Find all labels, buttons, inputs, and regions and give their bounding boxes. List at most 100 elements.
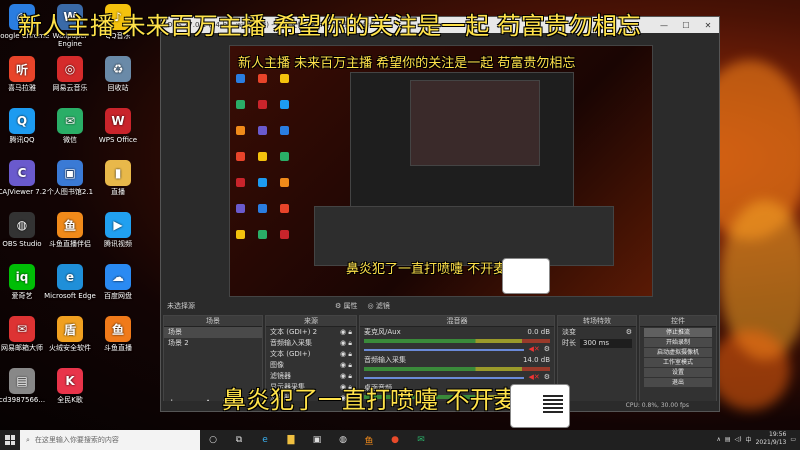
windows-icon — [5, 435, 15, 445]
source-item[interactable]: 图像 ◉ 🔒︎ — [266, 360, 356, 371]
app-icon: ♻ — [105, 56, 131, 82]
gear-icon[interactable]: ⚙ — [626, 328, 632, 337]
control-button[interactable]: 退出 — [644, 378, 712, 387]
clock-time: 19:56 — [769, 431, 787, 438]
volume-slider[interactable] — [364, 348, 525, 351]
file-explorer-icon[interactable]: ▇ — [278, 430, 304, 450]
source-item[interactable]: 文本 (GDI+) 2 ◉ 🔒︎ — [266, 327, 356, 338]
taskbar-search[interactable]: ⌕ 在这里输入你要搜索的内容 — [20, 430, 200, 450]
duration-input[interactable]: 300 ms — [580, 339, 632, 348]
gear-icon[interactable]: ⚙ — [544, 373, 550, 382]
scene-item[interactable]: 场景 2 — [164, 338, 262, 349]
source-name: 音频输入采集 — [270, 339, 312, 347]
maximize-icon[interactable]: ☐ — [675, 21, 697, 30]
channel-name: 麦克风/Aux — [364, 328, 401, 336]
cat-sticker-small — [502, 258, 550, 294]
desktop-icon-label: 全民K歌 — [57, 396, 83, 404]
obs-window[interactable]: OBS 27.0.1 (64-bit, windows) - 配置文件: 未命名… — [160, 16, 720, 412]
control-button[interactable]: 设置 — [644, 368, 712, 377]
channel-db: 14.0 dB — [522, 356, 550, 364]
source-name: 文本 (GDI+) — [270, 350, 311, 358]
search-placeholder: 在这里输入你要搜索的内容 — [34, 436, 119, 444]
desktop-icon[interactable]: ▮ 直播 — [88, 160, 148, 196]
app-icon: ☁ — [105, 264, 131, 290]
no-source-label: 未选择源 — [167, 302, 195, 310]
nested-app-icon — [280, 204, 289, 213]
source-item[interactable]: 文本 (GDI+) ◉ 🔒︎ — [266, 349, 356, 360]
desktop-icon[interactable]: W WPS Office — [88, 108, 148, 144]
douyu-icon[interactable]: 鱼 — [356, 430, 382, 450]
desktop-icon[interactable]: ▶ 腾讯视频 — [88, 212, 148, 248]
app-icon: C — [9, 160, 35, 186]
duration-label: 时长 — [562, 339, 576, 347]
source-item[interactable]: 音频输入采集 ◉ 🔒︎ — [266, 338, 356, 349]
chevron-up-icon[interactable]: ∧ — [717, 436, 721, 443]
store-icon[interactable]: ▣ — [304, 430, 330, 450]
nested-obs-docks — [314, 206, 614, 266]
gear-icon[interactable]: ⚙ — [544, 345, 550, 354]
ime-indicator[interactable]: 中 — [746, 435, 752, 444]
channel-db: 0.0 dB — [527, 328, 550, 336]
control-button[interactable]: 启动虚拟摄像机 — [644, 348, 712, 357]
desktop-icon[interactable]: ☁ 百度网盘 — [88, 264, 148, 300]
app-icon: iq — [9, 264, 35, 290]
preview-top-text: 新人主播 未来百万主播 希望你的关注是一起 苟富贵勿相忘 — [238, 56, 576, 71]
source-name: 文本 (GDI+) 2 — [270, 328, 318, 336]
transition-select[interactable]: 淡变 — [562, 328, 576, 337]
close-icon[interactable]: ✕ — [697, 21, 719, 30]
eye-icon[interactable]: ◉ 🔒︎ — [340, 339, 352, 348]
obs-taskbar-icon[interactable]: ◍ — [330, 430, 356, 450]
background-flame — [710, 330, 790, 410]
app-icon: ▮ — [105, 160, 131, 186]
app-icon: ✉ — [57, 108, 83, 134]
properties-button[interactable]: ⚙ 属性 — [335, 301, 358, 311]
desktop-icon-label: WPS Office — [98, 136, 138, 144]
volume-meter — [364, 339, 550, 343]
nested-obs-capture-inner — [410, 80, 540, 166]
source-name: 图像 — [270, 361, 284, 369]
nested-app-icon — [258, 152, 267, 161]
eye-icon[interactable]: ◉ 🔒︎ — [340, 361, 352, 370]
nested-app-icon — [258, 74, 267, 83]
control-button[interactable]: 开始录制 — [644, 338, 712, 347]
app-icon[interactable]: ● — [382, 430, 408, 450]
mixer-header: 混音器 — [360, 316, 554, 327]
nested-app-icon — [280, 74, 289, 83]
minimize-icon[interactable]: — — [653, 21, 675, 30]
app-icon: ◍ — [9, 212, 35, 238]
app-icon: e — [57, 264, 83, 290]
filters-button[interactable]: ◎ 滤镜 — [368, 301, 390, 311]
speaker-muted-icon[interactable]: ◀✕ — [528, 345, 539, 354]
volume-icon[interactable]: ◁) — [735, 436, 742, 443]
app-icon: ✉ — [9, 316, 35, 342]
nested-app-icon — [236, 126, 245, 135]
cortana-icon[interactable]: ○ — [200, 430, 226, 450]
nested-app-icon — [236, 152, 245, 161]
desktop-icon[interactable]: ♻ 回收站 — [88, 56, 148, 92]
obs-preview[interactable]: 新人主播 未来百万主播 希望你的关注是一起 苟富贵勿相忘 鼻炎犯了一直打喷嚏 不… — [229, 45, 653, 297]
task-view-icon[interactable]: ⧉ — [226, 430, 252, 450]
sources-header: 来源 — [266, 316, 356, 327]
control-button[interactable]: 工作室模式 — [644, 358, 712, 367]
edge-icon[interactable]: e — [252, 430, 278, 450]
nested-app-icon — [258, 230, 267, 239]
start-button[interactable] — [0, 430, 20, 450]
filters-label: 滤镜 — [375, 302, 390, 310]
network-icon[interactable]: ▤ — [725, 436, 731, 443]
app-icon: 盾 — [57, 316, 83, 342]
notification-icon[interactable]: ▭ — [790, 436, 796, 443]
scenes-header: 场景 — [164, 316, 262, 327]
nested-app-icon — [258, 204, 267, 213]
app-icon: ▤ — [9, 368, 35, 394]
clock[interactable]: 19:56 2021/9/13 — [756, 431, 787, 447]
scene-item[interactable]: 场景 — [164, 327, 262, 338]
volume-slider[interactable] — [364, 376, 525, 379]
mixer-channel: 音频输入采集 14.0 dB ◀✕ ⚙ — [360, 355, 554, 383]
desktop-icon[interactable]: 鱼斗鱼直播 — [88, 316, 148, 352]
eye-icon[interactable]: ◉ 🔒︎ — [340, 328, 352, 337]
control-button[interactable]: 停止推流 — [644, 328, 712, 337]
eye-icon[interactable]: ◉ 🔒︎ — [340, 350, 352, 359]
wechat-icon[interactable]: ✉ — [408, 430, 434, 450]
volume-meter — [364, 367, 550, 371]
desktop-icon[interactable]: K 全民K歌 — [40, 368, 100, 404]
